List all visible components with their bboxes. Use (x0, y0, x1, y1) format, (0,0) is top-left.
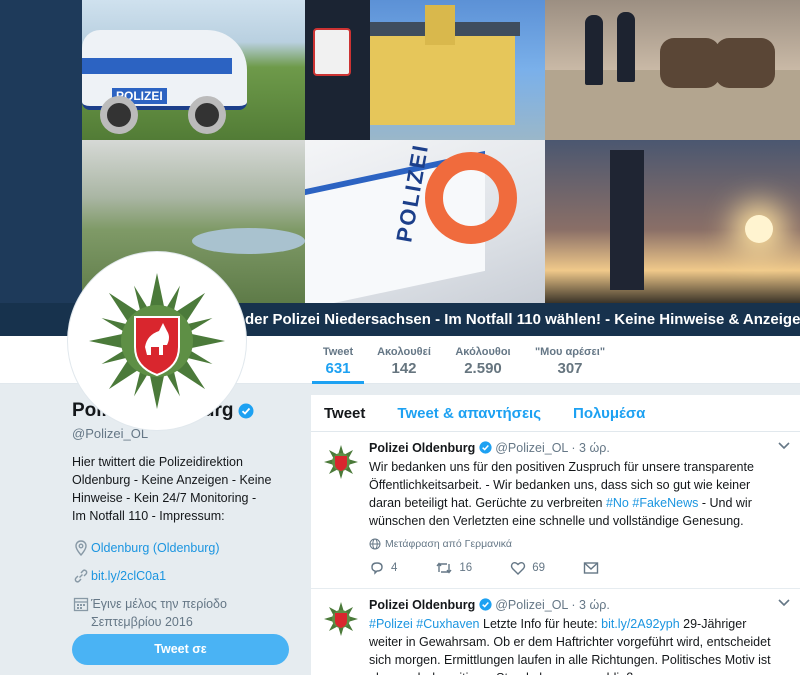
horse-statue (660, 38, 720, 88)
retweet-icon (436, 562, 452, 574)
reply-count: 4 (391, 562, 398, 574)
hashtag-link[interactable]: #No (606, 496, 629, 510)
tweet-author-handle[interactable]: @Polizei_OL (495, 598, 568, 612)
direct-message-button[interactable] (583, 561, 605, 575)
profile-location-link[interactable]: Oldenburg (Oldenburg) (91, 539, 220, 557)
translate-label: Μετάφραση από Γερμανικά (385, 538, 512, 550)
police-star-emblem-icon (324, 445, 358, 479)
link-icon (74, 569, 88, 583)
reply-button[interactable]: 4 (369, 560, 397, 576)
banner-photo-police-boat: POLIZEI (305, 140, 545, 303)
car-wheel-front (100, 96, 138, 134)
like-count: 69 (532, 562, 545, 574)
banner-photo-sunset-tower (545, 140, 800, 303)
reply-icon (371, 562, 383, 575)
nav-stat-label: "Μου αρέσει" (534, 346, 606, 358)
nav-following-count[interactable]: Ακολουθεί 142 (374, 336, 434, 384)
officer-figure (617, 12, 635, 82)
chevron-down-icon[interactable] (778, 599, 790, 607)
nav-stat-value: 142 (391, 360, 417, 377)
tweet-to-button[interactable]: Tweet σε (72, 634, 289, 665)
envelope-icon (583, 562, 599, 574)
tweet-avatar[interactable] (323, 601, 359, 637)
officer-figure (585, 15, 603, 85)
nav-stat-value: 2.590 (464, 360, 502, 377)
location-pin-icon (75, 540, 87, 557)
retweet-button[interactable]: 16 (435, 560, 472, 576)
profile-url-row: bit.ly/2clC0a1 (72, 567, 297, 585)
tower-silhouette (610, 150, 644, 290)
horse-statue (715, 38, 775, 88)
banner-edge (0, 0, 82, 303)
profile-location-row: Oldenburg (Oldenburg) (72, 539, 297, 557)
profile-joined-date: Έγινε μέλος την περίοδο Σεπτεμβρίου 2016 (91, 597, 227, 629)
like-button[interactable]: 69 (510, 560, 545, 576)
timeline-tabs: Tweet Tweet & απαντήσεις Πολυμέσα (311, 395, 800, 432)
profile-card: Polizei Oldenburg @Polizei_OL Hier twitt… (72, 400, 297, 631)
tweet-header: Polizei Oldenburg @Polizei_OL · 3 ώρ. (369, 440, 786, 457)
profile-bio: Hier twittert die Polizeidirektion Olden… (72, 455, 272, 523)
tweet-header: Polizei Oldenburg @Polizei_OL · 3 ώρ. (369, 597, 786, 614)
car-wheel-rear (188, 96, 226, 134)
tweet-text: #Polizei #Cuxhaven Letzte Info für heute… (369, 615, 779, 675)
nav-stat-value: 307 (557, 360, 583, 377)
hashtag-link[interactable]: #FakeNews (632, 496, 698, 510)
tweet-avatar[interactable] (323, 444, 359, 480)
police-star-emblem-icon (324, 602, 358, 636)
profile-handle[interactable]: @Polizei_OL (72, 426, 297, 441)
nav-stat-label: Tweet (322, 346, 354, 358)
nav-likes-count[interactable]: "Μου αρέσει" 307 (532, 336, 608, 384)
tab-media[interactable]: Πολυμέσα (573, 405, 645, 422)
nav-stat-label: Ακολουθεί (377, 346, 431, 358)
lake-shape (192, 228, 305, 254)
heart-icon (511, 562, 526, 575)
globe-icon (369, 538, 381, 550)
castle-tower (425, 5, 455, 45)
tweet-item[interactable]: Polizei Oldenburg @Polizei_OL · 3 ώρ. #P… (311, 589, 800, 675)
nav-stat-value: 631 (325, 360, 351, 377)
tab-tweets-and-replies[interactable]: Tweet & απαντήσεις (397, 405, 541, 422)
profile-url-link[interactable]: bit.ly/2clC0a1 (91, 567, 166, 585)
tweet-text: Wir bedanken uns für den positiven Zuspr… (369, 458, 779, 530)
tweet-actions: 4 16 69 (369, 560, 786, 576)
tweet-timestamp[interactable]: · 3 ώρ. (571, 598, 609, 612)
tab-tweets[interactable]: Tweet (324, 405, 365, 422)
police-car-stripe (82, 58, 232, 74)
banner-photo-castle (305, 0, 545, 140)
retweet-count: 16 (459, 562, 473, 574)
police-star-emblem-icon (89, 273, 225, 409)
verified-badge-icon (479, 598, 492, 611)
tweet-author-handle[interactable]: @Polizei_OL (495, 441, 568, 455)
translate-tweet-link[interactable]: Μετάφραση από Γερμανικά (369, 538, 786, 550)
verified-badge-icon (479, 441, 492, 454)
chevron-down-icon[interactable] (778, 442, 790, 450)
profile-avatar[interactable] (68, 252, 246, 430)
nav-stat-label: Ακόλουθοι (455, 346, 511, 358)
nav-tweets-count[interactable]: Tweet 631 (312, 336, 364, 384)
tweet-author-name[interactable]: Polizei Oldenburg (369, 441, 475, 455)
profile-joined-row: Έγινε μέλος την περίοδο Σεπτεμβρίου 2016 (72, 595, 297, 631)
banner-photo-street-patrol (545, 0, 800, 140)
lifebuoy-icon (425, 152, 517, 244)
hashtag-link[interactable]: #Cuxhaven (416, 617, 479, 631)
police-uniform-sleeve (305, 0, 370, 140)
timeline: Tweet Tweet & απαντήσεις Πολυμέσα Polize… (311, 395, 800, 675)
nav-followers-count[interactable]: Ακόλουθοι 2.590 (452, 336, 514, 384)
tweet-author-name[interactable]: Polizei Oldenburg (369, 598, 475, 612)
sun-glow (745, 215, 773, 243)
tweet-url-link[interactable]: bit.ly/2A92yph (601, 617, 680, 631)
verified-badge-icon (238, 403, 254, 419)
tweet-text-part: Letzte Info für heute: (479, 617, 602, 631)
tweet-timestamp[interactable]: · 3 ώρ. (571, 441, 609, 455)
tweet-item[interactable]: Polizei Oldenburg @Polizei_OL · 3 ώρ. Wi… (311, 432, 800, 589)
hashtag-link[interactable]: #Polizei (369, 617, 413, 631)
banner-photo-police-car: POLIZEI (82, 0, 305, 140)
sleeve-badge-icon (313, 28, 351, 76)
calendar-icon (73, 597, 89, 612)
